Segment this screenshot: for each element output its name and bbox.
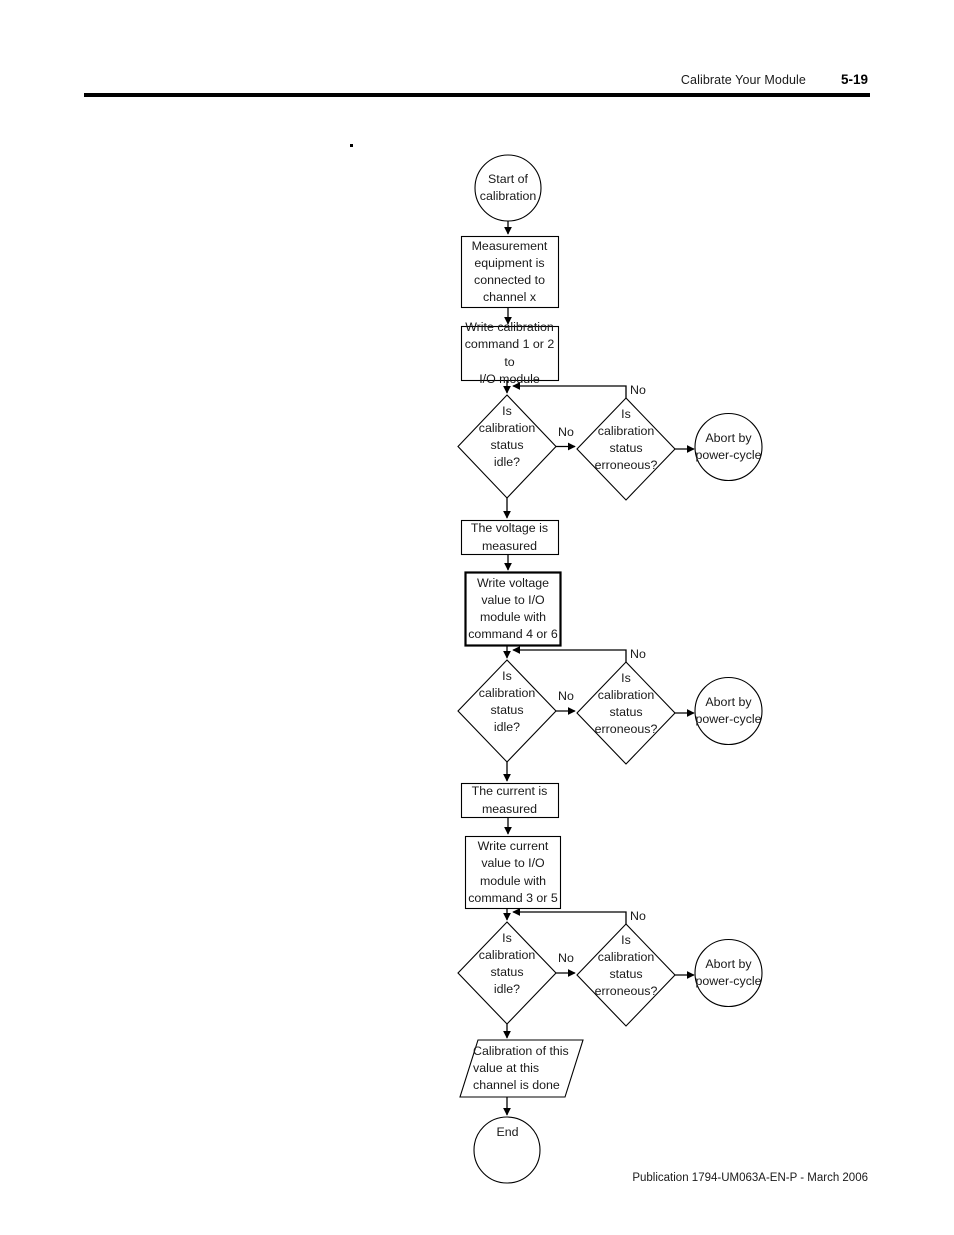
node-write-curr-shape [464,835,562,910]
node-err3-shape [576,923,676,1027]
node-write-cal-shape [460,325,560,382]
node-idle1-shape [457,394,557,499]
node-curr-meas-shape [460,782,560,819]
edge-label-idle1-no: No [558,425,574,439]
edge-label-idle2-no: No [558,689,574,703]
node-err1-shape [576,397,676,501]
node-abort1-shape [694,412,763,482]
node-abort3-shape [694,938,763,1008]
calibration-flowchart: Start of calibration Measurement equipme… [0,0,954,1235]
node-volt-meas-shape [460,519,560,556]
node-idle2-shape [457,659,557,763]
edge-err3-loop-to-idle3 [512,908,627,924]
node-start-shape [474,154,542,222]
node-abort2-shape [694,676,763,746]
node-measure-eq-shape [460,235,560,309]
node-idle3-shape [457,921,557,1025]
node-err2-shape [576,661,676,765]
edge-label-err1-no: No [630,383,646,397]
edge-label-err3-no: No [630,909,646,923]
node-done-shape [459,1039,584,1098]
edge-label-idle3-no: No [558,951,574,965]
flowchart-graphics [457,154,763,1184]
node-write-volt-shape [464,571,562,647]
edge-err1-loop-to-idle1 [512,382,627,398]
edge-label-err2-no: No [630,647,646,661]
edge-err2-loop-to-idle2 [512,646,627,662]
page-footer: Publication 1794-UM063A-EN-P - March 200… [632,1172,868,1184]
